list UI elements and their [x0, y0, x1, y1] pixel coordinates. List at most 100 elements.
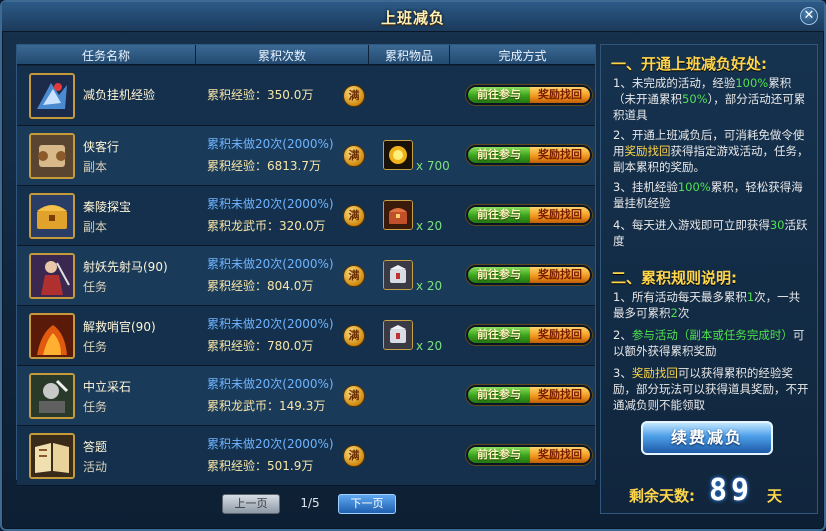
table-row: 中立采石 任务 累积未做20次(2000%) 累积龙武币：149.3万 满 前往… — [17, 366, 595, 426]
accum-exp: 累积经验：501.9万 — [207, 459, 314, 473]
fire-warrior-icon — [29, 313, 75, 359]
item-count: x 700 — [416, 159, 450, 173]
accum-count: 累积未做20次(2000%) — [207, 197, 334, 211]
action-buttons: 前往参与 奖励找回 — [465, 84, 593, 106]
table-row: 答题 活动 累积未做20次(2000%) 累积经验：501.9万 满 前往参与 … — [17, 426, 595, 486]
reward-retrieve-button[interactable]: 奖励找回 — [530, 267, 590, 283]
full-badge: 满 — [343, 445, 365, 467]
task-table: 任务名称 累积次数 累积物品 完成方式 减负挂机经验 累积经验：350.0万 满… — [16, 44, 596, 486]
table-row: 解救哨官(90) 任务 累积未做20次(2000%) 累积经验：780.0万 满… — [17, 306, 595, 366]
section-1-title: 一、开通上班减负好处: — [611, 55, 767, 73]
rule-2: 2、参与活动（副本或任务完成时）可以额外获得累积奖励 — [613, 328, 805, 358]
go-participate-button[interactable]: 前往参与 — [468, 147, 530, 163]
accum-currency: 累积龙武币：320.0万 — [207, 219, 326, 233]
rule-1: 1、所有活动每天最多累积1次，一共最多可累积2次 — [613, 290, 801, 320]
treasure-chest-icon[interactable] — [383, 200, 413, 230]
full-badge: 满 — [343, 385, 365, 407]
accum-count: 累积未做20次(2000%) — [207, 137, 334, 151]
benefit-2: 2、开通上班减负后，可消耗免做令使用奖励找回获得指定游戏活动，任务，副本累积的奖… — [613, 128, 809, 174]
task-name: 减负挂机经验 — [83, 88, 156, 102]
table-header: 任务名称 累积次数 累积物品 完成方式 — [17, 45, 595, 65]
task-name: 中立采石 — [83, 380, 132, 394]
remaining-days-unit: 天 — [767, 487, 783, 505]
accum-exp: 累积经验：350.0万 — [207, 88, 314, 102]
task-type: 任务 — [83, 400, 108, 414]
reward-retrieve-button[interactable]: 奖励找回 — [530, 327, 590, 343]
info-panel: 一、开通上班减负好处: 1、未完成的活动，经验100%累积（未开通累积50%），… — [600, 44, 818, 514]
table-row: 射妖先射马(90) 任务 累积未做20次(2000%) 累积经验：804.0万 … — [17, 246, 595, 306]
accum-count: 累积未做20次(2000%) — [207, 317, 334, 331]
daily-relief-window: 上班减负 ✕ 任务名称 累积次数 累积物品 完成方式 减负挂机经验 累积经验：3… — [0, 0, 826, 531]
task-name: 侠客行 — [83, 140, 120, 154]
go-participate-button[interactable]: 前往参与 — [468, 447, 530, 463]
close-icon: ✕ — [803, 8, 815, 23]
full-badge: 满 — [343, 145, 365, 167]
go-participate-button[interactable]: 前往参与 — [468, 327, 530, 343]
task-type: 活动 — [83, 460, 108, 474]
action-buttons: 前往参与 奖励找回 — [465, 324, 593, 346]
action-buttons: 前往参与 奖励找回 — [465, 144, 593, 166]
page-indicator: 1/5 — [300, 496, 320, 510]
warrior-icon — [29, 253, 75, 299]
silver-box-icon[interactable] — [383, 320, 413, 350]
action-buttons: 前往参与 奖励找回 — [465, 204, 593, 226]
full-badge: 满 — [343, 325, 365, 347]
benefit-1: 1、未完成的活动，经验100%累积（未开通累积50%），部分活动还可累积道具 — [613, 76, 806, 122]
item-count: x 20 — [416, 219, 443, 233]
header-accum-count: 累积次数 — [257, 49, 306, 63]
go-participate-button[interactable]: 前往参与 — [468, 267, 530, 283]
full-badge: 满 — [343, 265, 365, 287]
item-count: x 20 — [416, 279, 443, 293]
task-name: 答题 — [83, 440, 108, 454]
renew-button[interactable]: 续费减负 — [641, 421, 773, 455]
task-type: 任务 — [83, 280, 108, 294]
remaining-days-label: 剩余天数: — [629, 487, 695, 505]
go-participate-button[interactable]: 前往参与 — [468, 207, 530, 223]
treasure-chest-icon — [29, 193, 75, 239]
task-name: 秦陵探宝 — [83, 200, 132, 214]
reward-retrieve-button[interactable]: 奖励找回 — [530, 147, 590, 163]
section-2-title: 二、累积规则说明: — [611, 269, 737, 287]
task-name: 解救哨官(90) — [83, 320, 156, 334]
prev-page-button[interactable]: 上一页 — [222, 494, 280, 514]
remaining-days-value: 89 — [709, 473, 754, 508]
task-type: 副本 — [83, 220, 108, 234]
header-complete-method: 完成方式 — [498, 49, 547, 63]
table-row: 减负挂机经验 累积经验：350.0万 满 前往参与 奖励找回 — [17, 66, 595, 126]
next-page-button[interactable]: 下一页 — [338, 494, 396, 514]
task-name: 射妖先射马(90) — [83, 260, 168, 274]
accum-exp: 累积经验：6813.7万 — [207, 159, 321, 173]
reward-retrieve-button[interactable]: 奖励找回 — [530, 207, 590, 223]
reward-retrieve-button[interactable]: 奖励找回 — [530, 387, 590, 403]
task-type: 任务 — [83, 340, 108, 354]
accum-exp: 累积经验：804.0万 — [207, 279, 314, 293]
title-bar: 上班减负 ✕ — [2, 2, 824, 32]
table-row: 秦陵探宝 副本 累积未做20次(2000%) 累积龙武币：320.0万 满 x … — [17, 186, 595, 246]
reward-retrieve-button[interactable]: 奖励找回 — [530, 87, 590, 103]
scroll-icon — [29, 133, 75, 179]
action-buttons: 前往参与 奖励找回 — [465, 384, 593, 406]
action-buttons: 前往参与 奖励找回 — [465, 264, 593, 286]
item-count: x 20 — [416, 339, 443, 353]
accum-count: 累积未做20次(2000%) — [207, 437, 334, 451]
header-accum-items: 累积物品 — [384, 49, 433, 63]
afk-exp-icon — [29, 73, 75, 119]
task-type: 副本 — [83, 160, 108, 174]
close-button[interactable]: ✕ — [800, 7, 818, 25]
accum-count: 累积未做20次(2000%) — [207, 377, 334, 391]
accum-currency: 累积龙武币：149.3万 — [207, 399, 326, 413]
go-participate-button[interactable]: 前往参与 — [468, 387, 530, 403]
action-buttons: 前往参与 奖励找回 — [465, 444, 593, 466]
book-icon — [29, 433, 75, 479]
silver-box-icon[interactable] — [383, 260, 413, 290]
full-badge: 满 — [343, 205, 365, 227]
reward-retrieve-button[interactable]: 奖励找回 — [530, 447, 590, 463]
rule-3: 3、奖励找回可以获得累积的经验奖励，部分玩法可以获得道具奖励，不开通减负则不能领… — [613, 366, 809, 412]
header-task-name: 任务名称 — [81, 49, 130, 63]
gold-orb-icon[interactable] — [383, 140, 413, 170]
benefit-3: 3、挂机经验100%累积，轻松获得海量挂机经验 — [613, 180, 803, 210]
miner-icon — [29, 373, 75, 419]
accum-count: 累积未做20次(2000%) — [207, 257, 334, 271]
accum-exp: 累积经验：780.0万 — [207, 339, 314, 353]
go-participate-button[interactable]: 前往参与 — [468, 87, 530, 103]
